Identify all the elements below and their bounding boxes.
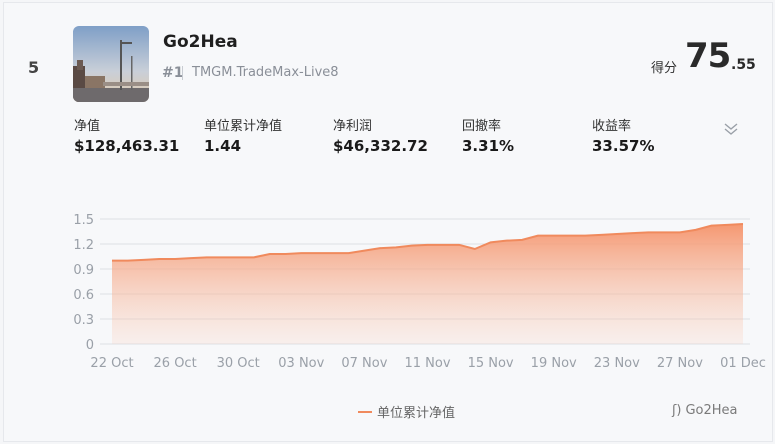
y-tick-label: 0 — [86, 338, 94, 353]
data-point[interactable] — [611, 228, 623, 240]
y-tick-label: 1.2 — [73, 238, 94, 253]
data-point[interactable] — [453, 239, 465, 251]
data-point[interactable] — [201, 251, 213, 263]
data-point[interactable] — [674, 226, 686, 238]
data-point[interactable] — [627, 227, 639, 239]
x-tick-label: 30 Oct — [217, 356, 260, 371]
x-tick-label: 07 Nov — [341, 356, 387, 371]
data-point[interactable] — [248, 251, 260, 263]
data-point[interactable] — [595, 229, 607, 241]
data-point[interactable] — [169, 253, 181, 265]
data-point[interactable] — [422, 239, 434, 251]
data-point[interactable] — [437, 239, 449, 251]
data-point[interactable] — [122, 255, 134, 267]
data-point[interactable] — [264, 248, 276, 260]
data-point[interactable] — [658, 226, 670, 238]
x-tick-label: 26 Oct — [154, 356, 197, 371]
zhihu-logo-icon: ʃ) — [672, 403, 682, 418]
data-point[interactable] — [138, 254, 150, 266]
data-point[interactable] — [690, 224, 702, 236]
watermark-text: Go2Hea — [685, 403, 738, 418]
legend-swatch — [358, 410, 372, 413]
legend-label: 单位累计净值 — [377, 406, 456, 421]
y-tick-label: 0.6 — [73, 288, 94, 303]
data-point[interactable] — [280, 248, 292, 260]
x-tick-label: 19 Nov — [531, 356, 577, 371]
data-point[interactable] — [185, 252, 197, 264]
x-tick-label: 23 Nov — [594, 356, 640, 371]
data-point[interactable] — [327, 247, 339, 259]
data-point[interactable] — [532, 230, 544, 242]
data-point[interactable] — [705, 220, 717, 232]
x-tick-label: 22 Oct — [90, 356, 133, 371]
data-point[interactable] — [358, 245, 370, 257]
data-point[interactable] — [485, 236, 497, 248]
data-point[interactable] — [516, 234, 528, 246]
data-point[interactable] — [721, 219, 733, 231]
watermark: ʃ) Go2Hea — [672, 403, 738, 418]
y-tick-label: 1.5 — [73, 213, 94, 228]
data-point[interactable] — [153, 253, 165, 265]
x-tick-label: 15 Nov — [468, 356, 514, 371]
x-tick-label: 27 Nov — [657, 356, 703, 371]
data-point[interactable] — [469, 243, 481, 255]
data-point[interactable] — [343, 247, 355, 259]
x-tick-label: 11 Nov — [404, 356, 450, 371]
y-tick-label: 0.3 — [73, 313, 94, 328]
data-point[interactable] — [642, 226, 654, 238]
data-point[interactable] — [216, 251, 228, 263]
x-tick-label: 01 Dec — [720, 356, 766, 371]
data-point[interactable] — [548, 230, 560, 242]
data-point[interactable] — [406, 240, 418, 252]
data-point[interactable] — [232, 251, 244, 263]
nav-chart: 0 0.3 0.6 0.9 1.2 1.5 22 Oct 26 Oct 30 Oct 03 No… — [73, 213, 766, 371]
data-point[interactable] — [500, 235, 512, 247]
data-point[interactable] — [390, 241, 402, 253]
data-point[interactable] — [579, 230, 591, 242]
chart-legend[interactable]: 单位累计净值 — [358, 402, 455, 421]
data-point[interactable] — [311, 247, 323, 259]
data-point[interactable] — [737, 218, 749, 230]
data-point[interactable] — [295, 247, 307, 259]
data-point[interactable] — [106, 255, 118, 267]
data-point[interactable] — [563, 230, 575, 242]
data-point[interactable] — [374, 242, 386, 254]
x-tick-label: 03 Nov — [278, 356, 324, 371]
y-tick-label: 0.9 — [73, 263, 94, 278]
